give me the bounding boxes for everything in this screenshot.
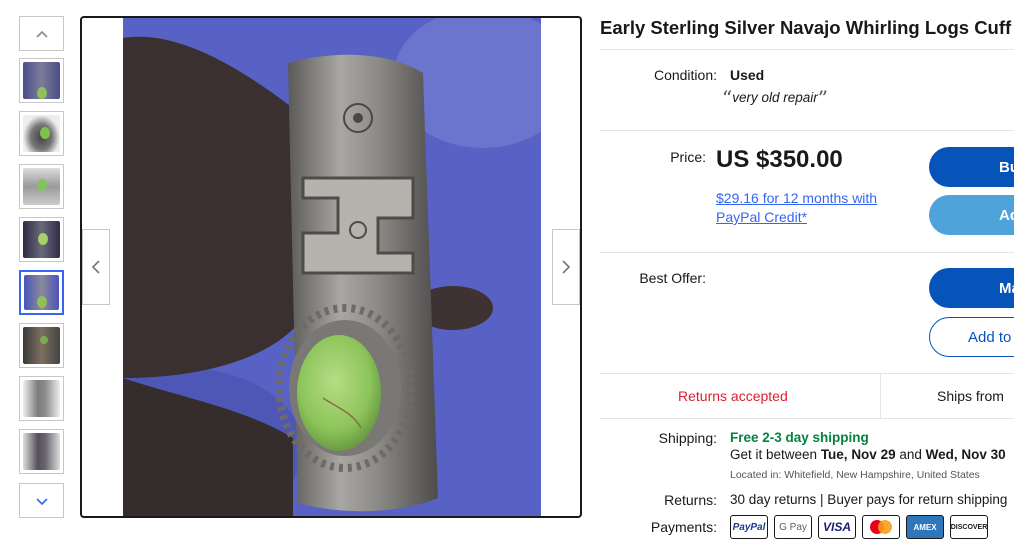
divider — [600, 130, 1014, 131]
amex-icon: AMEX — [906, 515, 944, 539]
add-to-cart-button[interactable]: Add to cart — [929, 195, 1014, 235]
thumbnail-2[interactable] — [19, 111, 64, 156]
visa-icon: VISA — [818, 515, 856, 539]
delivery-and: and — [895, 447, 926, 462]
cuff-bracelet-illustration — [123, 18, 541, 516]
delivery-estimate: Get it between Tue, Nov 29 and Wed, Nov … — [730, 447, 1006, 462]
add-to-watchlist-button[interactable]: Add to watchlist — [929, 317, 1014, 357]
chevron-left-icon — [91, 260, 100, 274]
thumbnail-4[interactable] — [19, 217, 64, 262]
chevron-right-icon — [562, 260, 571, 274]
chevron-up-icon — [35, 30, 48, 38]
delivery-date-start: Tue, Nov 29 — [820, 447, 896, 462]
mastercard-icon — [862, 515, 900, 539]
best-offer-label: Best Offer: — [639, 270, 706, 286]
divider — [600, 252, 1014, 253]
thumbnail-1[interactable] — [19, 58, 64, 103]
thumbnail-8[interactable] — [19, 429, 64, 474]
google-pay-icon: G Pay — [774, 515, 812, 539]
thumbnail-scroll-down-button[interactable] — [19, 483, 64, 518]
ships-from-badge: Ships from — [937, 388, 1004, 404]
thumbnail-scroll-up-button[interactable] — [19, 16, 64, 51]
main-image-viewer — [80, 16, 582, 518]
next-image-button[interactable] — [552, 229, 580, 305]
item-location: Located in: Whitefield, New Hampshire, U… — [730, 469, 980, 481]
quote-close: ” — [817, 86, 829, 110]
buy-it-now-button[interactable]: Buy It Now — [929, 147, 1014, 187]
quote-open: “ — [722, 86, 733, 110]
shipping-label: Shipping: — [658, 430, 717, 446]
price-label: Price: — [670, 149, 706, 165]
delivery-prefix: Get it between — [730, 447, 821, 462]
divider — [880, 374, 881, 418]
returns-accepted-badge: Returns accepted — [678, 388, 788, 404]
payment-methods: PayPal G Pay VISA AMEX DISCOVER — [730, 515, 988, 539]
returns-label: Returns: — [664, 492, 717, 508]
returns-policy: 30 day returns | Buyer pays for return s… — [730, 492, 1008, 507]
thumbnail-3[interactable] — [19, 164, 64, 209]
discover-icon: DISCOVER — [950, 515, 988, 539]
condition-label: Condition: — [653, 67, 717, 83]
item-title: Early Sterling Silver Navajo Whirling Lo… — [600, 17, 1012, 38]
divider — [600, 49, 1014, 50]
chevron-down-icon — [35, 497, 48, 505]
delivery-date-end: Wed, Nov 30 — [925, 447, 1006, 462]
thumbnail-6[interactable] — [19, 323, 64, 368]
payments-label: Payments: — [650, 519, 717, 535]
previous-image-button[interactable] — [82, 229, 110, 305]
price-value: US $350.00 — [716, 146, 843, 173]
condition-note: “very old repair” — [722, 86, 828, 110]
highlights-bar: Returns accepted Ships from — [600, 373, 1014, 419]
product-photo[interactable] — [123, 18, 541, 516]
condition-note-text: very old repair — [732, 90, 818, 105]
paypal-credit-link[interactable]: $29.16 for 12 months with PayPal Credit* — [716, 189, 896, 227]
condition-value: Used — [730, 67, 765, 83]
paypal-icon: PayPal — [730, 515, 768, 539]
thumbnail-7[interactable] — [19, 376, 64, 421]
make-offer-button[interactable]: Make offer — [929, 268, 1014, 308]
free-shipping-text: Free 2-3 day shipping — [730, 430, 869, 445]
thumbnail-5-selected[interactable] — [19, 270, 64, 315]
